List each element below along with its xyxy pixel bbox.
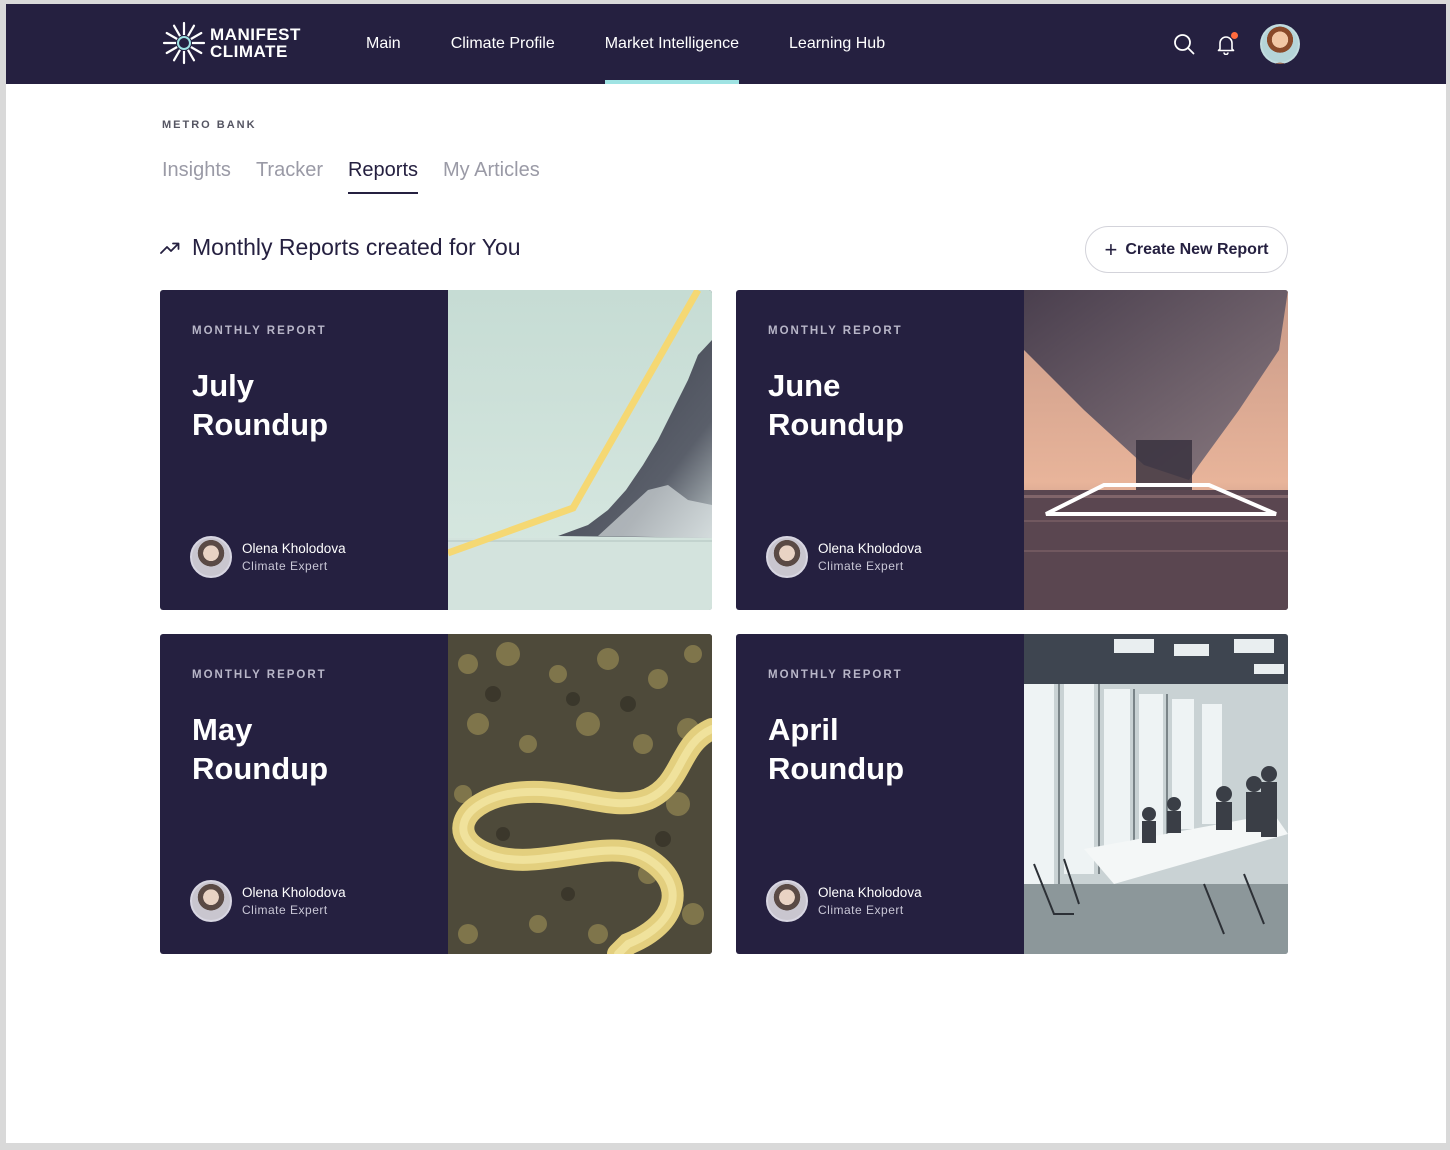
- author-name: Olena Kholodova: [242, 541, 346, 556]
- author-info: Olena Kholodova Climate Expert: [242, 885, 346, 917]
- author-avatar: [190, 880, 232, 922]
- top-navbar: MANIFEST CLIMATE Main Climate Profile Ma…: [6, 4, 1446, 84]
- card-label: MONTHLY REPORT: [192, 669, 327, 681]
- author-name: Olena Kholodova: [818, 541, 922, 556]
- card-title: July Roundup: [192, 366, 432, 444]
- tab-tracker[interactable]: Tracker: [256, 159, 323, 194]
- tab-insights[interactable]: Insights: [162, 159, 231, 194]
- card-author: Olena Kholodova Climate Expert: [190, 536, 346, 578]
- report-card-april[interactable]: MONTHLY REPORT April Roundup Olena Kholo…: [736, 634, 1288, 954]
- office-meeting-image: [1024, 634, 1288, 954]
- author-name: Olena Kholodova: [242, 885, 346, 900]
- card-title-line1: July: [192, 368, 255, 403]
- card-title-line2: Roundup: [192, 407, 329, 442]
- report-card-july[interactable]: MONTHLY REPORT July Roundup Olena Kholod…: [160, 290, 712, 610]
- card-title-line2: Roundup: [768, 407, 905, 442]
- create-button-label: Create New Report: [1125, 240, 1269, 258]
- card-title: April Roundup: [768, 710, 1008, 788]
- notifications-button[interactable]: [1212, 30, 1240, 58]
- card-title-line1: April: [768, 712, 839, 747]
- report-card-may[interactable]: MONTHLY REPORT May Roundup Olena Kholodo…: [160, 634, 712, 954]
- author-role: Climate Expert: [242, 903, 328, 917]
- author-info: Olena Kholodova Climate Expert: [818, 885, 922, 917]
- card-label: MONTHLY REPORT: [768, 669, 903, 681]
- search-icon: [1174, 34, 1195, 55]
- author-avatar: [766, 880, 808, 922]
- tab-reports[interactable]: Reports: [347, 159, 419, 194]
- sunburst-logo-icon: [162, 21, 206, 65]
- card-label: MONTHLY REPORT: [768, 325, 903, 337]
- app-window: MANIFEST CLIMATE Main Climate Profile Ma…: [6, 4, 1446, 1143]
- user-avatar[interactable]: [1260, 24, 1300, 64]
- trend-up-icon: [160, 242, 180, 254]
- brand-line2: CLIMATE: [210, 42, 288, 61]
- main-nav: Main Climate Profile Market Intelligence…: [366, 4, 935, 84]
- nav-item-climate-profile[interactable]: Climate Profile: [451, 4, 555, 84]
- author-avatar: [766, 536, 808, 578]
- card-title: May Roundup: [192, 710, 432, 788]
- brand-name: MANIFEST CLIMATE: [210, 26, 301, 60]
- mountain-lake-image: [448, 290, 712, 610]
- report-card-june[interactable]: MONTHLY REPORT June Roundup Olena Kholod…: [736, 290, 1288, 610]
- card-title-line2: Roundup: [192, 751, 329, 786]
- nav-item-learning-hub[interactable]: Learning Hub: [789, 4, 885, 84]
- tab-my-articles[interactable]: My Articles: [443, 159, 540, 194]
- section-header: Monthly Reports created for You: [160, 234, 521, 261]
- author-info: Olena Kholodova Climate Expert: [242, 541, 346, 573]
- section-title: Monthly Reports created for You: [192, 234, 521, 260]
- author-role: Climate Expert: [818, 559, 904, 573]
- card-author: Olena Kholodova Climate Expert: [190, 880, 346, 922]
- author-avatar: [190, 536, 232, 578]
- author-role: Climate Expert: [242, 559, 328, 573]
- nav-item-main[interactable]: Main: [366, 4, 401, 84]
- card-label: MONTHLY REPORT: [192, 325, 327, 337]
- card-author: Olena Kholodova Climate Expert: [766, 880, 922, 922]
- nav-item-market-intelligence[interactable]: Market Intelligence: [604, 4, 740, 84]
- plus-icon: +: [1104, 236, 1118, 262]
- author-info: Olena Kholodova Climate Expert: [818, 541, 922, 573]
- author-name: Olena Kholodova: [818, 885, 922, 900]
- card-title-line2: Roundup: [768, 751, 905, 786]
- brand-logo[interactable]: MANIFEST CLIMATE: [160, 18, 301, 68]
- top-actions: [1156, 4, 1300, 84]
- sub-tabs: Insights Tracker Reports My Articles: [162, 159, 565, 194]
- author-role: Climate Expert: [818, 903, 904, 917]
- notification-dot: [1231, 32, 1238, 39]
- card-author: Olena Kholodova Climate Expert: [766, 536, 922, 578]
- create-new-report-button[interactable]: + Create New Report: [1085, 226, 1288, 273]
- ship-bow-image: [1024, 290, 1288, 610]
- search-button[interactable]: [1170, 30, 1198, 58]
- forest-road-image: [448, 634, 712, 954]
- breadcrumb: METRO BANK: [162, 119, 257, 131]
- card-title: June Roundup: [768, 366, 1008, 444]
- card-title-line1: May: [192, 712, 253, 747]
- brand-line1: MANIFEST: [210, 25, 301, 44]
- card-title-line1: June: [768, 368, 841, 403]
